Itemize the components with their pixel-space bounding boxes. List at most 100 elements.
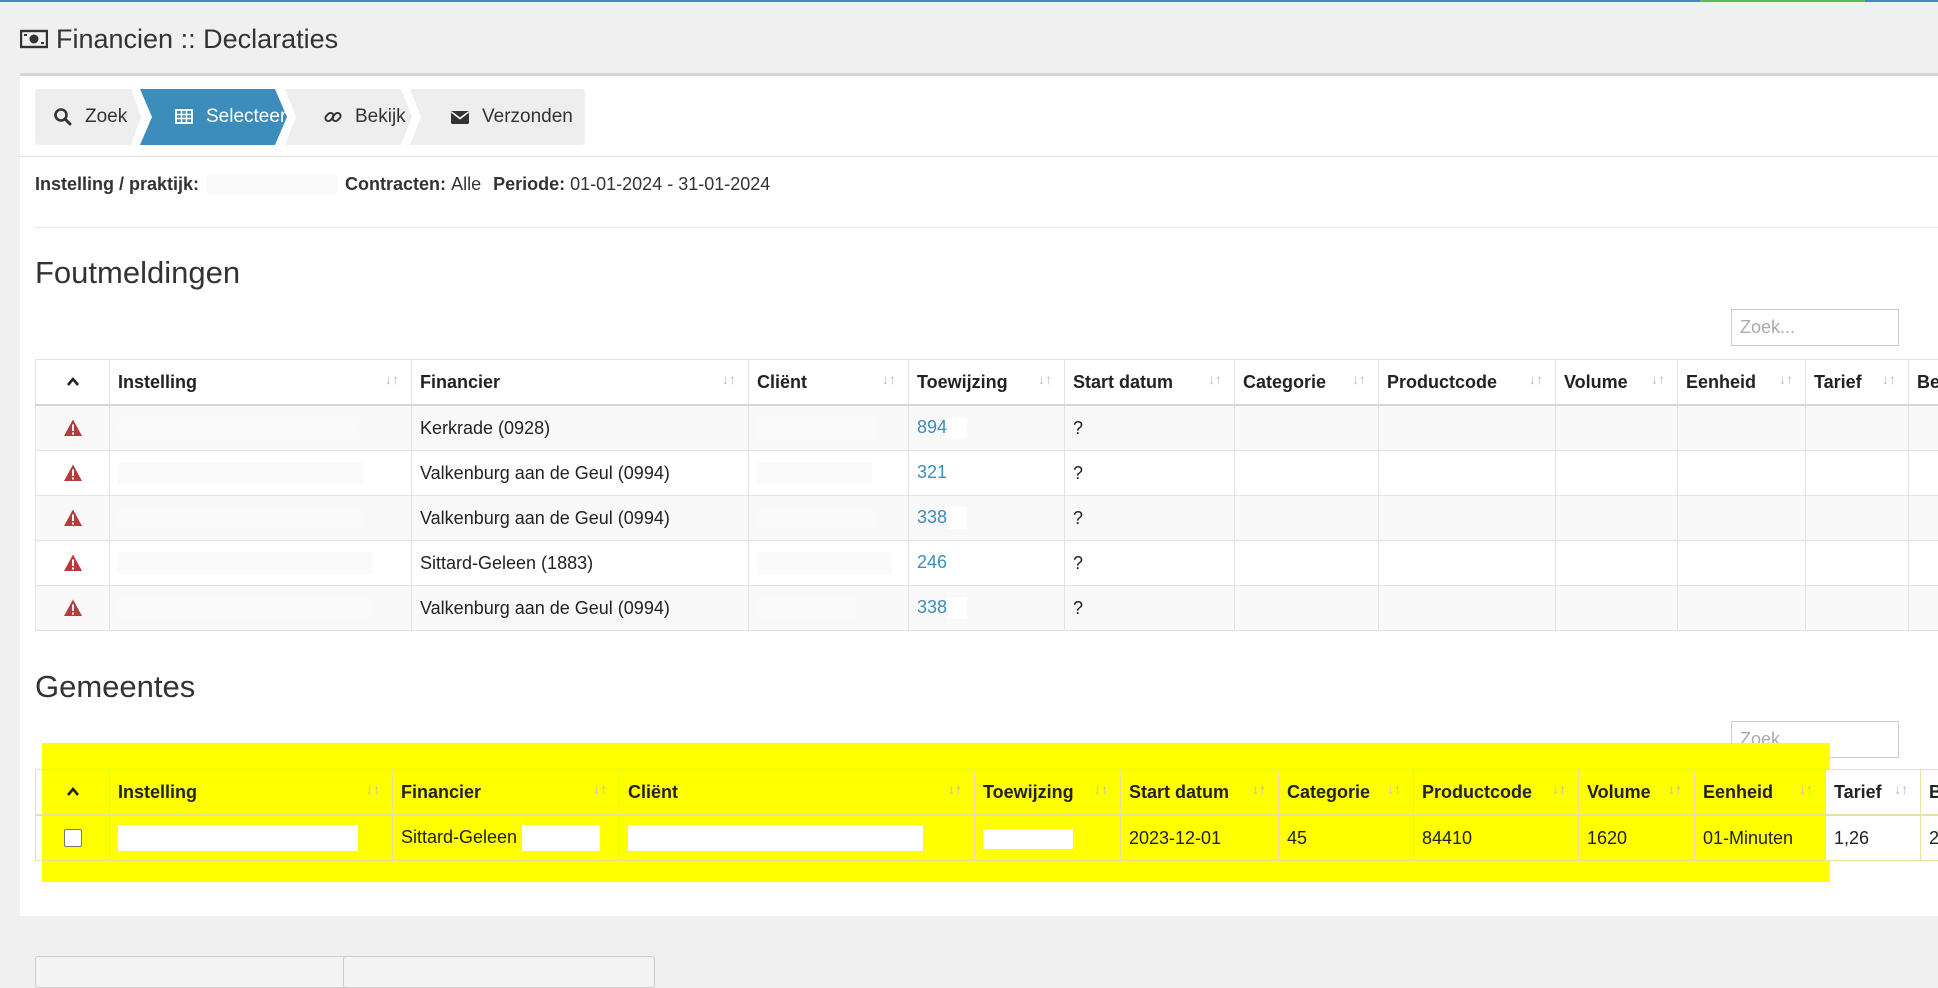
col-label: Financier xyxy=(401,782,481,802)
table-row[interactable]: Sittard-Geleen (1883) 246 ? xyxy=(36,541,1938,586)
start-datum-cell: ? xyxy=(1065,496,1235,541)
sort-icon: ↓↑ xyxy=(366,781,382,803)
table-row[interactable]: Valkenburg aan de Geul (0994) 338 ? xyxy=(36,496,1938,541)
sort-icon: ↓↑ xyxy=(1038,371,1054,393)
page-header: Financien :: Declaraties xyxy=(20,22,338,56)
redacted-value xyxy=(118,417,358,439)
redacted-value xyxy=(947,597,967,619)
eenheid-cell xyxy=(1678,496,1806,541)
col-be[interactable]: Be xyxy=(1909,360,1938,406)
be-cell xyxy=(1909,451,1938,496)
redacted-value xyxy=(947,552,967,574)
start-datum-cell: ? xyxy=(1065,451,1235,496)
col-label: Volume xyxy=(1564,372,1628,392)
redacted-value xyxy=(628,825,923,851)
client-cell xyxy=(620,815,975,861)
chevron-up-icon xyxy=(65,784,81,800)
financier-cell: Valkenburg aan de Geul (0994) xyxy=(412,586,749,631)
col-instelling[interactable]: Instelling ↓↑ xyxy=(110,770,393,816)
sort-icon: ↓↑ xyxy=(1252,781,1268,803)
col-b[interactable]: B xyxy=(1921,770,1938,816)
col-label: Tarief xyxy=(1814,372,1862,392)
table-row[interactable]: Kerkrade (0928) 894 ? xyxy=(36,405,1938,451)
money-icon xyxy=(20,29,48,49)
redacted-value xyxy=(118,825,358,851)
productcode-cell xyxy=(1379,451,1556,496)
toewijzing-link[interactable]: 246 xyxy=(917,552,947,572)
instelling-cell xyxy=(110,586,412,631)
col-productcode[interactable]: Productcode↓↑ xyxy=(1414,770,1579,816)
sort-icon: ↓↑ xyxy=(1668,781,1684,803)
volume-cell xyxy=(1556,586,1678,631)
step-zoek[interactable]: Zoek xyxy=(35,89,145,145)
col-label: Instelling xyxy=(118,782,197,802)
table-row[interactable]: Valkenburg aan de Geul (0994) 321 ? xyxy=(36,451,1938,496)
deselect-all-button[interactable] xyxy=(343,956,655,988)
warning-cell xyxy=(36,586,110,631)
divider xyxy=(20,156,1938,157)
foutmeldingen-search-input[interactable] xyxy=(1731,309,1899,346)
col-instelling[interactable]: Instelling↓↑ xyxy=(110,360,412,406)
toewijzing-cell xyxy=(975,815,1121,861)
toewijzing-link[interactable]: 894 xyxy=(917,417,947,437)
col-label: Eenheid xyxy=(1703,782,1773,802)
redacted-value xyxy=(757,507,877,529)
col-start-datum[interactable]: Start datum↓↑ xyxy=(1065,360,1235,406)
col-volume[interactable]: Volume↓↑ xyxy=(1556,360,1678,406)
step-verzonden[interactable]: Verzonden xyxy=(410,89,585,145)
start-datum-cell: 2023-12-01 xyxy=(1121,815,1279,861)
toewijzing-cell: 338 xyxy=(909,586,1065,631)
be-cell xyxy=(1909,496,1938,541)
col-eenheid[interactable]: Eenheid↓↑ xyxy=(1695,770,1826,816)
col-categorie[interactable]: Categorie↓↑ xyxy=(1279,770,1414,816)
toewijzing-cell: 894 xyxy=(909,405,1065,451)
toewijzing-link[interactable]: 338 xyxy=(917,597,947,617)
sort-icon: ↓↑ xyxy=(882,371,898,393)
eenheid-cell xyxy=(1678,541,1806,586)
sort-toggle-header[interactable] xyxy=(36,770,110,816)
row-checkbox[interactable] xyxy=(64,829,82,847)
col-financier[interactable]: Financier↓↑ xyxy=(412,360,749,406)
search-icon xyxy=(53,107,73,127)
tarief-cell xyxy=(1806,541,1909,586)
instelling-cell xyxy=(110,451,412,496)
redacted-value xyxy=(757,552,892,574)
col-label: Start datum xyxy=(1073,372,1173,392)
col-financier[interactable]: Financier↓↑ xyxy=(393,770,620,816)
col-tarief[interactable]: Tarief↓↑ xyxy=(1806,360,1909,406)
col-label: Toewijzing xyxy=(983,782,1074,802)
sort-icon: ↓↑ xyxy=(948,781,964,803)
col-eenheid[interactable]: Eenheid↓↑ xyxy=(1678,360,1806,406)
redacted-value xyxy=(947,507,967,529)
redacted-value xyxy=(522,825,600,851)
col-toewijzing[interactable]: Toewijzing↓↑ xyxy=(975,770,1121,816)
instelling-label: Instelling / praktijk: xyxy=(35,174,199,195)
eenheid-cell: 01-Minuten xyxy=(1695,815,1826,861)
select-cell xyxy=(36,815,110,861)
step-bekijk[interactable]: Bekijk xyxy=(285,89,415,145)
col-productcode[interactable]: Productcode↓↑ xyxy=(1379,360,1556,406)
financier-value: Sittard-Geleen xyxy=(401,827,517,847)
volume-cell xyxy=(1556,451,1678,496)
col-categorie[interactable]: Categorie↓↑ xyxy=(1235,360,1379,406)
toewijzing-link[interactable]: 338 xyxy=(917,507,947,527)
warning-icon xyxy=(63,508,83,528)
col-tarief[interactable]: Tarief↓↑ xyxy=(1826,770,1921,816)
toewijzing-link[interactable]: 321 xyxy=(917,462,947,482)
table-row[interactable]: Valkenburg aan de Geul (0994) 338 ? xyxy=(36,586,1938,631)
select-all-button[interactable] xyxy=(35,956,347,988)
be-cell xyxy=(1909,541,1938,586)
table-row[interactable]: Sittard-Geleen 2023-12-01 45 84410 1620 … xyxy=(36,815,1938,861)
col-toewijzing[interactable]: Toewijzing↓↑ xyxy=(909,360,1065,406)
col-client[interactable]: Cliënt↓↑ xyxy=(749,360,909,406)
eenheid-cell xyxy=(1678,451,1806,496)
client-cell xyxy=(749,541,909,586)
categorie-cell xyxy=(1235,496,1379,541)
col-volume[interactable]: Volume↓↑ xyxy=(1579,770,1695,816)
client-cell xyxy=(749,586,909,631)
step-selecteer[interactable]: Selecteer xyxy=(140,89,290,145)
col-start-datum[interactable]: Start datum↓↑ xyxy=(1121,770,1279,816)
instelling-cell xyxy=(110,541,412,586)
sort-toggle-header[interactable] xyxy=(36,360,110,406)
col-client[interactable]: Cliënt↓↑ xyxy=(620,770,975,816)
